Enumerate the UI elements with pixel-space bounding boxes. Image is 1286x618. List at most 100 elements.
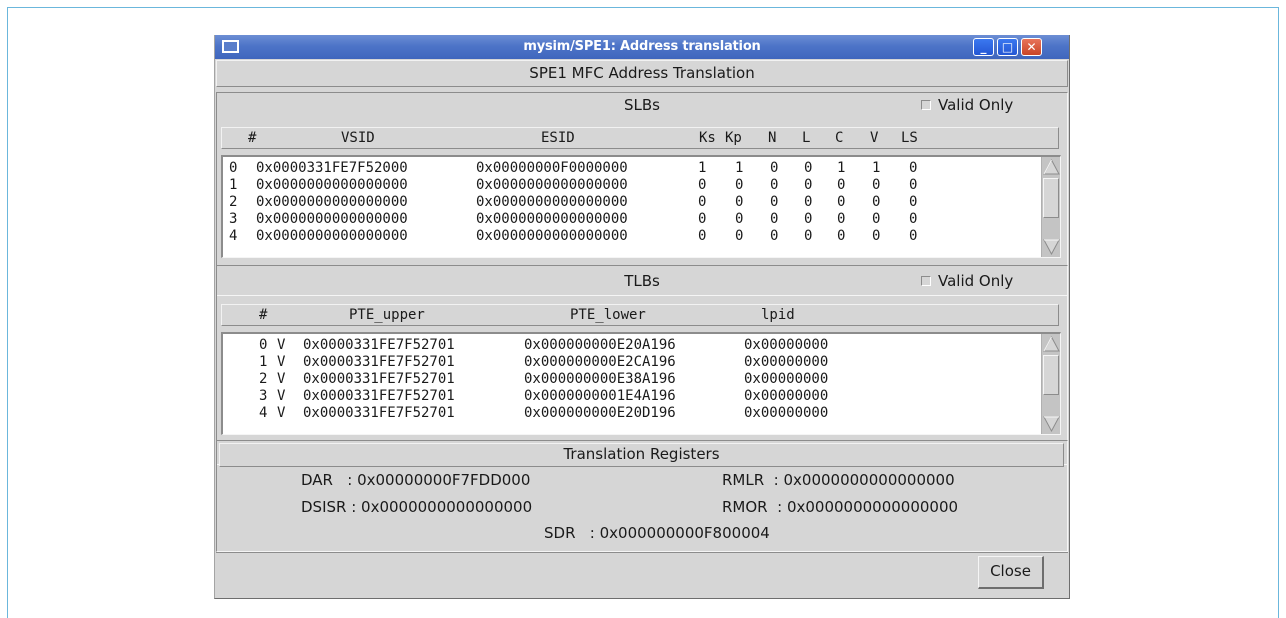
window-title: mysim/SPE1: Address translation (523, 39, 761, 54)
tlb-row[interactable]: 3 V 0x0000331FE7F52701 0x0000000001E4A196 0x… (223, 388, 1060, 405)
slb-cell-l: 0 (804, 177, 813, 193)
slb-cell-v: 0 (872, 177, 881, 193)
tlb-row[interactable]: 0 V 0x0000331FE7F52701 0x000000000E20A196 0x… (223, 337, 1060, 354)
col-header-esid: ESID (541, 130, 575, 146)
col-header-lpid: lpid (761, 307, 795, 323)
slbs-list[interactable]: 0 0x0000331FE7F52000 0x00000000F0000000 1 1 0… (221, 155, 1061, 258)
slb-row[interactable]: 4 0x0000000000000000 0x0000000000000000 0 0 0… (223, 228, 1060, 245)
col-header-ls: LS (901, 130, 918, 146)
tlbs-scrollbar[interactable] (1041, 334, 1060, 434)
close-button[interactable]: Close (978, 556, 1044, 589)
slbs-scrollbar[interactable] (1041, 157, 1060, 257)
col-header-index: # (248, 130, 257, 146)
slb-cell-vsid: 0x0000331FE7F52000 (256, 160, 408, 176)
slb-cell-vsid: 0x0000000000000000 (256, 228, 408, 244)
checkbox-indicator[interactable] (921, 276, 931, 286)
tlb-cell-index: 1 (259, 354, 268, 370)
slb-cell-c: 0 (837, 228, 846, 244)
slb-cell-kp: 0 (735, 211, 744, 227)
main-heading: SPE1 MFC Address Translation (216, 60, 1068, 87)
scroll-down-icon[interactable] (1043, 415, 1060, 433)
slb-row[interactable]: 1 0x0000000000000000 0x0000000000000000 0 0 0… (223, 177, 1060, 194)
slb-cell-esid: 0x0000000000000000 (476, 177, 628, 193)
address-translation-window: mysim/SPE1: Address translation _ □ ✕ SP… (214, 35, 1070, 599)
slb-cell-v: 0 (872, 211, 881, 227)
tlbs-section: TLBs Valid Only # PTE_upper PTE_lower lp… (216, 265, 1068, 465)
tlb-cell-pte-upper: 0x0000331FE7F52701 (303, 388, 455, 404)
slbs-scroll-thumb[interactable] (1043, 178, 1059, 218)
tlb-cell-pte-lower: 0x000000000E38A196 (524, 371, 676, 387)
slb-row[interactable]: 0 0x0000331FE7F52000 0x00000000F0000000 1 1 0… (223, 160, 1060, 177)
slb-cell-c: 1 (837, 160, 846, 176)
scroll-up-icon[interactable] (1043, 335, 1060, 353)
registers-section: Translation Registers DAR : 0x00000000F7… (216, 440, 1068, 552)
slb-cell-vsid: 0x0000000000000000 (256, 177, 408, 193)
minimize-button[interactable]: _ (973, 38, 994, 56)
slb-row[interactable]: 2 0x0000000000000000 0x0000000000000000 0 0 0… (223, 194, 1060, 211)
slb-cell-l: 0 (804, 194, 813, 210)
slb-cell-n: 0 (770, 211, 779, 227)
slb-cell-ks: 0 (698, 211, 707, 227)
slb-cell-kp: 0 (735, 177, 744, 193)
tlb-cell-lpid: 0x00000000 (744, 337, 829, 353)
slb-cell-ks: 0 (698, 194, 707, 210)
slb-cell-c: 0 (837, 177, 846, 193)
slb-cell-index: 3 (229, 211, 238, 227)
slb-cell-ks: 0 (698, 177, 707, 193)
close-window-button[interactable]: ✕ (1021, 38, 1042, 56)
register-dar: DAR : 0x00000000F7FDD000 (301, 471, 531, 489)
tlb-cell-pte-lower: 0x000000000E2CA196 (524, 354, 676, 370)
tlb-cell-index: 4 (259, 405, 268, 421)
slb-cell-kp: 0 (735, 228, 744, 244)
tlb-cell-lpid: 0x00000000 (744, 371, 829, 387)
valid-only-label: Valid Only (938, 272, 1014, 290)
col-header-kp: Kp (725, 130, 742, 146)
slb-cell-vsid: 0x0000000000000000 (256, 211, 408, 227)
tlb-cell-index: 2 (259, 371, 268, 387)
tlb-cell-valid: V (277, 388, 286, 404)
tlbs-scroll-thumb[interactable] (1043, 355, 1059, 395)
slb-cell-vsid: 0x0000000000000000 (256, 194, 408, 210)
col-header-n: N (768, 130, 777, 146)
tlb-row[interactable]: 1 V 0x0000331FE7F52701 0x000000000E2CA196 0x… (223, 354, 1060, 371)
slb-cell-v: 0 (872, 194, 881, 210)
tlb-cell-index: 3 (259, 388, 268, 404)
slbs-valid-only-checkbox[interactable]: Valid Only (921, 96, 1013, 114)
tlb-cell-valid: V (277, 405, 286, 421)
slb-cell-index: 4 (229, 228, 238, 244)
slb-row[interactable]: 3 0x0000000000000000 0x0000000000000000 0 0 0… (223, 211, 1060, 228)
col-header-c: C (835, 130, 844, 146)
scroll-up-icon[interactable] (1043, 158, 1060, 176)
footer-divider (216, 552, 1068, 553)
register-rmor: RMOR : 0x0000000000000000 (722, 498, 959, 516)
tlb-cell-pte-lower: 0x000000000E20A196 (524, 337, 676, 353)
col-header-l: L (802, 130, 811, 146)
register-dsisr: DSISR : 0x0000000000000000 (301, 498, 533, 516)
title-bar[interactable]: mysim/SPE1: Address translation _ □ ✕ (215, 35, 1069, 59)
slb-cell-v: 0 (872, 228, 881, 244)
tlb-row[interactable]: 2 V 0x0000331FE7F52701 0x000000000E38A196 0x… (223, 371, 1060, 388)
slbs-column-header: # VSID ESID Ks Kp N L C V LS (221, 127, 1059, 149)
col-header-pte-lower: PTE_lower (570, 307, 646, 323)
slb-cell-n: 0 (770, 177, 779, 193)
tlb-cell-pte-upper: 0x0000331FE7F52701 (303, 405, 455, 421)
tlb-cell-pte-lower: 0x0000000001E4A196 (524, 388, 676, 404)
slb-cell-ks: 1 (698, 160, 707, 176)
slb-cell-index: 0 (229, 160, 238, 176)
tlbs-list[interactable]: 0 V 0x0000331FE7F52701 0x000000000E20A196 0x… (221, 332, 1061, 435)
col-header-ks: Ks (699, 130, 716, 146)
slb-cell-ks: 0 (698, 228, 707, 244)
slb-cell-ls: 0 (909, 211, 918, 227)
checkbox-indicator[interactable] (921, 100, 931, 110)
scroll-down-icon[interactable] (1043, 238, 1060, 256)
tlb-cell-lpid: 0x00000000 (744, 405, 829, 421)
slb-cell-kp: 1 (735, 160, 744, 176)
maximize-button[interactable]: □ (997, 38, 1018, 56)
tlbs-valid-only-checkbox[interactable]: Valid Only (921, 272, 1013, 290)
col-header-v: V (870, 130, 879, 146)
slb-cell-n: 0 (770, 194, 779, 210)
tlb-cell-index: 0 (259, 337, 268, 353)
tlb-cell-valid: V (277, 371, 286, 387)
tlb-cell-pte-lower: 0x000000000E20D196 (524, 405, 676, 421)
tlb-row[interactable]: 4 V 0x0000331FE7F52701 0x000000000E20D196 0x… (223, 405, 1060, 422)
